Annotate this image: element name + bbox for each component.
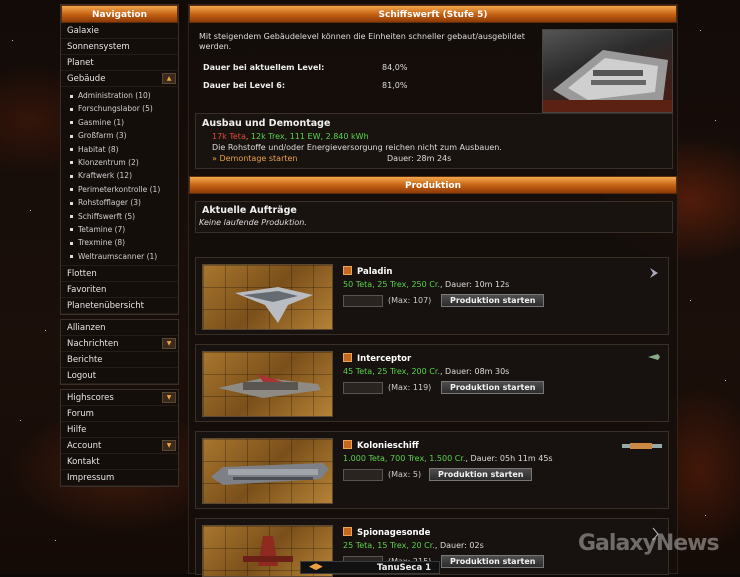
ship-image-kolonieschiff bbox=[202, 438, 333, 504]
stats-icon[interactable] bbox=[343, 527, 352, 536]
ship-name: Paladin bbox=[343, 266, 392, 277]
sub-item[interactable]: Schiffswerft (5) bbox=[70, 210, 178, 223]
nav-item-account-label: Account bbox=[67, 441, 102, 452]
galaxynews-watermark: GalaxyNews bbox=[578, 531, 720, 556]
sub-item[interactable]: Gasmine (1) bbox=[70, 116, 178, 129]
ship-cost: 50 Teta, 25 Trex, 250 Cr., Dauer: 10m 12… bbox=[343, 280, 510, 289]
nav-item-kontakt[interactable]: Kontakt bbox=[61, 454, 178, 471]
start-production-button[interactable]: Produktion starten bbox=[441, 294, 545, 307]
nav-item-flotten[interactable]: Flotten bbox=[61, 266, 178, 283]
ship-max: (Max: 119) bbox=[388, 383, 432, 392]
nav-item-planetenuebersicht[interactable]: Planetenübersicht bbox=[61, 298, 178, 315]
ship-thumbnail-icon bbox=[622, 442, 662, 452]
nav-item-favoriten[interactable]: Favoriten bbox=[61, 282, 178, 299]
nav-item-logout[interactable]: Logout bbox=[61, 368, 178, 385]
ship-card-paladin: Paladin 50 Teta, 25 Trex, 250 Cr., Dauer… bbox=[195, 257, 669, 335]
sub-item[interactable]: Großfarm (3) bbox=[70, 129, 178, 142]
expand-down-icon[interactable]: ▼ bbox=[162, 440, 176, 452]
sub-item[interactable]: Forschungslabor (5) bbox=[70, 102, 178, 115]
upgrade-note: Die Rohstoffe und/oder Energieversorgung… bbox=[212, 143, 502, 152]
expand-down-icon[interactable]: ▼ bbox=[162, 392, 176, 404]
nav-item-allianzen[interactable]: Allianzen bbox=[61, 320, 178, 337]
nav-item-gebaeude[interactable]: Gebäude ▲ bbox=[61, 71, 178, 87]
nav-item-nachrichten-label: Nachrichten bbox=[67, 339, 119, 350]
quantity-input[interactable] bbox=[343, 382, 383, 394]
stats-icon[interactable] bbox=[343, 440, 352, 449]
upgrade-cost-available: , 12k Trex, 111 EW, 2.840 kWh bbox=[245, 132, 369, 141]
nav-item-planet[interactable]: Planet bbox=[61, 55, 178, 71]
quantity-input[interactable] bbox=[343, 295, 383, 307]
demolish-link[interactable]: » Demontage starten bbox=[212, 154, 297, 163]
next-duration-label: Dauer bei Level 6: bbox=[203, 81, 286, 90]
orders-title: Aktuelle Aufträge bbox=[202, 205, 297, 216]
start-production-button[interactable]: Produktion starten bbox=[441, 555, 545, 568]
gebaeude-submenu: Administration (10) Forschungslabor (5) … bbox=[61, 87, 178, 267]
nav-item-impressum[interactable]: Impressum bbox=[61, 470, 178, 487]
stats-icon[interactable] bbox=[343, 353, 352, 362]
ship-thumbnail-icon bbox=[648, 266, 660, 282]
stats-icon[interactable] bbox=[343, 266, 352, 275]
ship-image-paladin bbox=[202, 264, 333, 330]
nav-item-gebaeude-label: Gebäude bbox=[67, 74, 106, 84]
current-duration-label: Dauer bei aktuellem Level: bbox=[203, 63, 325, 72]
next-duration-value: 81,0% bbox=[382, 81, 408, 90]
nav-item-sonnensystem[interactable]: Sonnensystem bbox=[61, 39, 178, 55]
ship-cost: 1.000 Teta, 700 Trex, 1.500 Cr., Dauer: … bbox=[343, 454, 553, 463]
ship-name: Interceptor bbox=[343, 353, 411, 364]
nav-item-forum[interactable]: Forum bbox=[61, 406, 178, 423]
current-duration-value: 84,0% bbox=[382, 63, 408, 72]
planet-bar: ◀▶ TanuSeca 1 bbox=[300, 561, 440, 574]
start-production-button[interactable]: Produktion starten bbox=[429, 468, 533, 481]
sub-item[interactable]: Trexmine (8) bbox=[70, 236, 178, 249]
sub-item[interactable]: Habitat (8) bbox=[70, 143, 178, 156]
demolish-duration: Dauer: 28m 24s bbox=[387, 154, 452, 163]
shipyard-image bbox=[542, 29, 673, 113]
shipyard-title: Schiffswerft (Stufe 5) bbox=[189, 5, 677, 23]
ship-card-interceptor: Interceptor 45 Teta, 25 Trex, 200 Cr., D… bbox=[195, 344, 669, 422]
ship-cost: 45 Teta, 25 Trex, 200 Cr., Dauer: 08m 30… bbox=[343, 367, 510, 376]
planet-prev-icon[interactable]: ◀▶ bbox=[309, 562, 323, 572]
upgrade-box: Ausbau und Demontage 17k Teta, 12k Trex,… bbox=[195, 113, 673, 169]
quantity-input[interactable] bbox=[343, 469, 383, 481]
shipyard-intro: Mit steigendem Gebäudelevel können die E… bbox=[199, 32, 525, 51]
sub-item[interactable]: Weltraumscanner (1) bbox=[70, 250, 178, 263]
nav-title: Navigation bbox=[61, 5, 178, 23]
sub-item[interactable]: Administration (10) bbox=[70, 89, 178, 102]
sub-item[interactable]: Rohstofflager (3) bbox=[70, 196, 178, 209]
nav-panel-main: Navigation Galaxie Sonnensystem Planet G… bbox=[60, 4, 179, 316]
orders-empty: Keine laufende Produktion. bbox=[199, 218, 307, 227]
nav-panel-social: Allianzen Nachrichten ▼ Berichte Logout bbox=[60, 319, 179, 386]
orders-box: Aktuelle Aufträge Keine laufende Produkt… bbox=[195, 201, 673, 233]
sub-item[interactable]: Perimeterkontrolle (1) bbox=[70, 183, 178, 196]
ship-max: (Max: 5) bbox=[388, 470, 422, 479]
sidebar: Navigation Galaxie Sonnensystem Planet G… bbox=[60, 4, 179, 491]
nav-item-highscores[interactable]: Highscores ▼ bbox=[61, 390, 178, 407]
nav-item-berichte[interactable]: Berichte bbox=[61, 352, 178, 369]
nav-item-hilfe[interactable]: Hilfe bbox=[61, 422, 178, 439]
start-production-button[interactable]: Produktion starten bbox=[441, 381, 545, 394]
collapse-up-icon[interactable]: ▲ bbox=[162, 73, 176, 84]
ship-name: Kolonieschiff bbox=[343, 440, 419, 451]
ship-max: (Max: 107) bbox=[388, 296, 432, 305]
ship-cost: 25 Teta, 15 Trex, 20 Cr., Dauer: 02s bbox=[343, 541, 484, 550]
production-title: Produktion bbox=[189, 176, 677, 194]
sub-item[interactable]: Kraftwerk (12) bbox=[70, 169, 178, 182]
nav-item-nachrichten[interactable]: Nachrichten ▼ bbox=[61, 336, 178, 353]
sub-item[interactable]: Klonzentrum (2) bbox=[70, 156, 178, 169]
main-content: Schiffswerft (Stufe 5) Mit steigendem Ge… bbox=[188, 4, 678, 577]
nav-item-account[interactable]: Account ▼ bbox=[61, 438, 178, 455]
ship-thumbnail-icon bbox=[648, 353, 660, 363]
sub-item[interactable]: Tetamine (7) bbox=[70, 223, 178, 236]
upgrade-cost-missing: 17k Teta bbox=[212, 132, 246, 141]
nav-panel-info: Highscores ▼ Forum Hilfe Account ▼ Konta… bbox=[60, 389, 179, 488]
ship-card-kolonieschiff: Kolonieschiff 1.000 Teta, 700 Trex, 1.50… bbox=[195, 431, 669, 509]
upgrade-title: Ausbau und Demontage bbox=[202, 118, 331, 129]
ship-name: Spionagesonde bbox=[343, 527, 430, 538]
nav-item-highscores-label: Highscores bbox=[67, 393, 114, 404]
expand-down-icon[interactable]: ▼ bbox=[162, 338, 176, 350]
nav-item-galaxie[interactable]: Galaxie bbox=[61, 23, 178, 39]
ship-image-interceptor bbox=[202, 351, 333, 417]
planet-name[interactable]: TanuSeca 1 bbox=[377, 563, 431, 573]
